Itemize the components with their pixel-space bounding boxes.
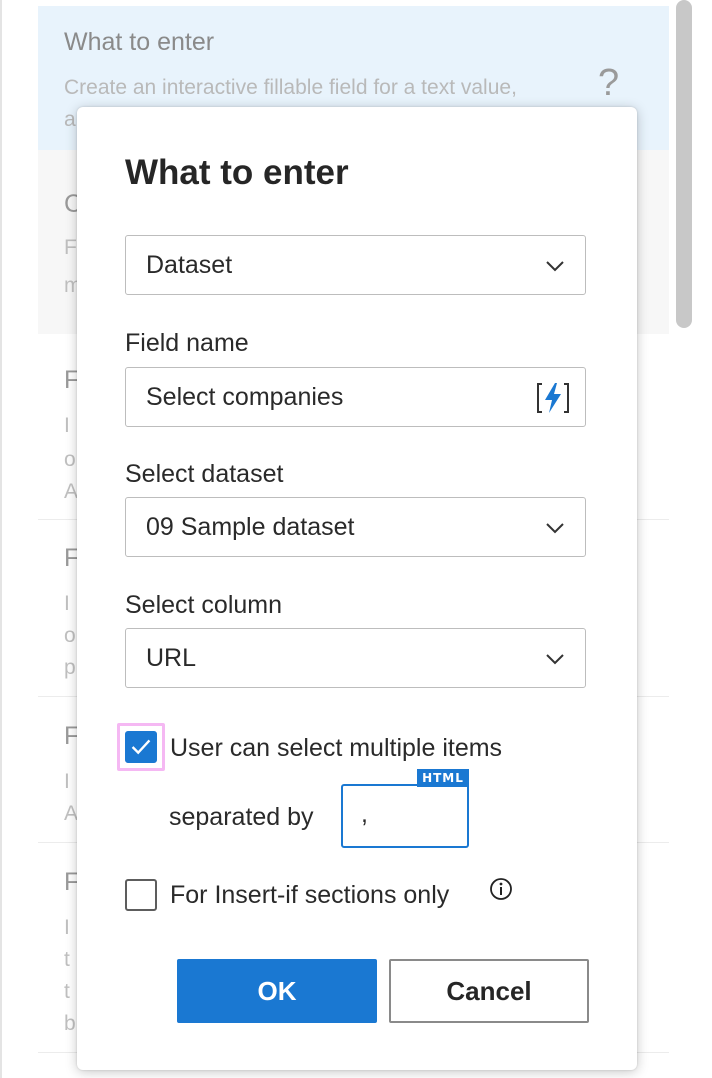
multiple-items-checkbox[interactable] bbox=[125, 731, 157, 763]
option-card-5-desc: A bbox=[64, 802, 79, 825]
option-card-3-desc: I bbox=[64, 414, 70, 437]
field-name-value: Select companies bbox=[146, 383, 344, 411]
help-icon[interactable]: ? bbox=[598, 62, 619, 105]
option-card-4-desc: p bbox=[64, 656, 76, 679]
pane-border bbox=[0, 0, 2, 1078]
chevron-down-icon bbox=[546, 523, 564, 534]
option-card-title: What to enter bbox=[64, 28, 215, 56]
separator-input[interactable]: , bbox=[341, 784, 469, 848]
insert-if-checkbox[interactable] bbox=[125, 879, 157, 911]
option-card-2-desc: F bbox=[64, 236, 77, 259]
option-card-description-cont: a bbox=[64, 108, 76, 131]
chevron-down-icon bbox=[546, 654, 564, 665]
cancel-button[interactable]: Cancel bbox=[389, 959, 589, 1023]
option-card-4-desc: I bbox=[64, 592, 70, 615]
separated-by-label: separated by bbox=[169, 803, 314, 831]
info-icon[interactable] bbox=[489, 877, 513, 901]
html-badge: HTML bbox=[417, 769, 469, 787]
dialog-title: What to enter bbox=[125, 153, 349, 192]
option-card-6-desc: t bbox=[64, 948, 70, 971]
scrollbar-thumb[interactable] bbox=[676, 0, 692, 328]
option-card-3-desc: A bbox=[64, 480, 79, 503]
what-to-enter-dialog: What to enter Dataset Field name Select … bbox=[77, 107, 637, 1070]
multiple-items-label: User can select multiple items bbox=[170, 734, 503, 762]
lightning-bolt-icon[interactable] bbox=[535, 380, 571, 416]
chevron-down-icon bbox=[546, 261, 564, 272]
dataset-select[interactable]: 09 Sample dataset bbox=[125, 497, 586, 557]
option-card-6-desc: I bbox=[64, 916, 70, 939]
dataset-label: Select dataset bbox=[125, 460, 284, 488]
dataset-select-value: 09 Sample dataset bbox=[146, 513, 355, 541]
column-select-value: URL bbox=[146, 644, 197, 672]
column-label: Select column bbox=[125, 591, 283, 619]
column-select[interactable]: URL bbox=[125, 628, 586, 688]
type-select[interactable]: Dataset bbox=[125, 235, 586, 295]
option-card-5-desc: I bbox=[64, 770, 70, 793]
field-name-input[interactable]: Select companies bbox=[125, 367, 586, 427]
checkmark-icon bbox=[131, 739, 151, 755]
insert-if-label: For Insert-if sections only bbox=[170, 881, 450, 909]
ok-button[interactable]: OK bbox=[177, 959, 377, 1023]
field-name-label: Field name bbox=[125, 329, 249, 357]
option-card-6-desc: b bbox=[64, 1012, 76, 1035]
option-card-4-desc: o bbox=[64, 624, 76, 647]
option-card-description: Create an interactive fillable field for… bbox=[64, 76, 517, 99]
type-select-value: Dataset bbox=[146, 251, 233, 279]
option-card-6-desc: t bbox=[64, 980, 70, 1003]
option-card-3-desc: o bbox=[64, 448, 76, 471]
separator-value: , bbox=[361, 800, 368, 828]
